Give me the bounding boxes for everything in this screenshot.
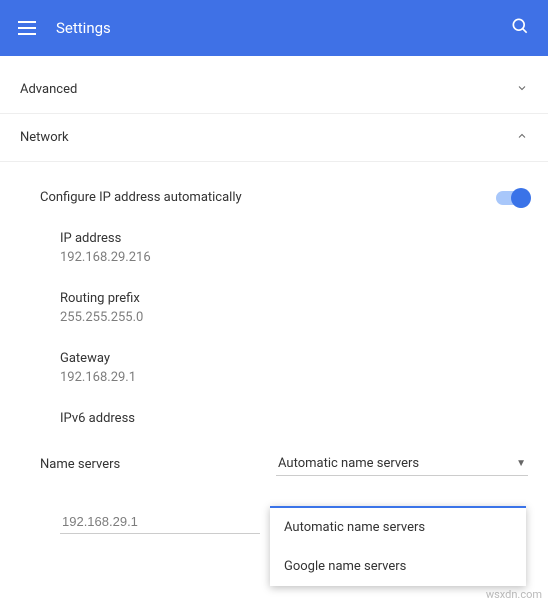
watermark: wsxdn.com bbox=[486, 588, 542, 601]
auto-ip-toggle[interactable] bbox=[496, 191, 528, 205]
nameservers-select[interactable]: Automatic name servers ▼ bbox=[276, 452, 528, 476]
dropdown-option-google[interactable]: Google name servers bbox=[270, 547, 526, 586]
section-network-label: Network bbox=[20, 130, 69, 145]
routing-prefix-value: 255.255.255.0 bbox=[60, 310, 528, 325]
section-network[interactable]: Network bbox=[0, 114, 548, 162]
network-panel: Configure IP address automatically IP ad… bbox=[0, 162, 548, 564]
chevron-up-icon bbox=[516, 130, 528, 146]
gateway-field: Gateway 192.168.29.1 bbox=[20, 351, 528, 385]
dns-input[interactable] bbox=[60, 510, 260, 534]
ipv6-label: IPv6 address bbox=[60, 411, 528, 426]
nameservers-selected: Automatic name servers bbox=[278, 456, 419, 471]
ip-address-field: IP address 192.168.29.216 bbox=[20, 231, 528, 265]
dropdown-option-automatic[interactable]: Automatic name servers bbox=[270, 508, 526, 547]
page-title: Settings bbox=[56, 19, 111, 37]
auto-ip-label: Configure IP address automatically bbox=[40, 190, 242, 205]
nameservers-row: Name servers Automatic name servers ▼ bbox=[20, 452, 528, 476]
chevron-down-icon bbox=[516, 82, 528, 98]
auto-ip-row: Configure IP address automatically bbox=[20, 190, 528, 205]
ip-address-label: IP address bbox=[60, 231, 528, 246]
nameservers-dropdown: Automatic name servers Google name serve… bbox=[270, 506, 526, 586]
ip-address-value: 192.168.29.216 bbox=[60, 250, 528, 265]
search-icon[interactable] bbox=[510, 16, 530, 40]
section-advanced[interactable]: Advanced bbox=[0, 66, 548, 114]
toggle-knob bbox=[511, 188, 531, 208]
nameservers-label: Name servers bbox=[40, 457, 120, 472]
ipv6-field: IPv6 address bbox=[20, 411, 528, 426]
routing-prefix-label: Routing prefix bbox=[60, 291, 528, 306]
gateway-label: Gateway bbox=[60, 351, 528, 366]
menu-icon[interactable] bbox=[18, 18, 38, 38]
routing-prefix-field: Routing prefix 255.255.255.0 bbox=[20, 291, 528, 325]
dropdown-arrow-icon: ▼ bbox=[516, 458, 526, 469]
gateway-value: 192.168.29.1 bbox=[60, 370, 528, 385]
section-advanced-label: Advanced bbox=[20, 82, 77, 97]
app-header: Settings bbox=[0, 0, 548, 56]
